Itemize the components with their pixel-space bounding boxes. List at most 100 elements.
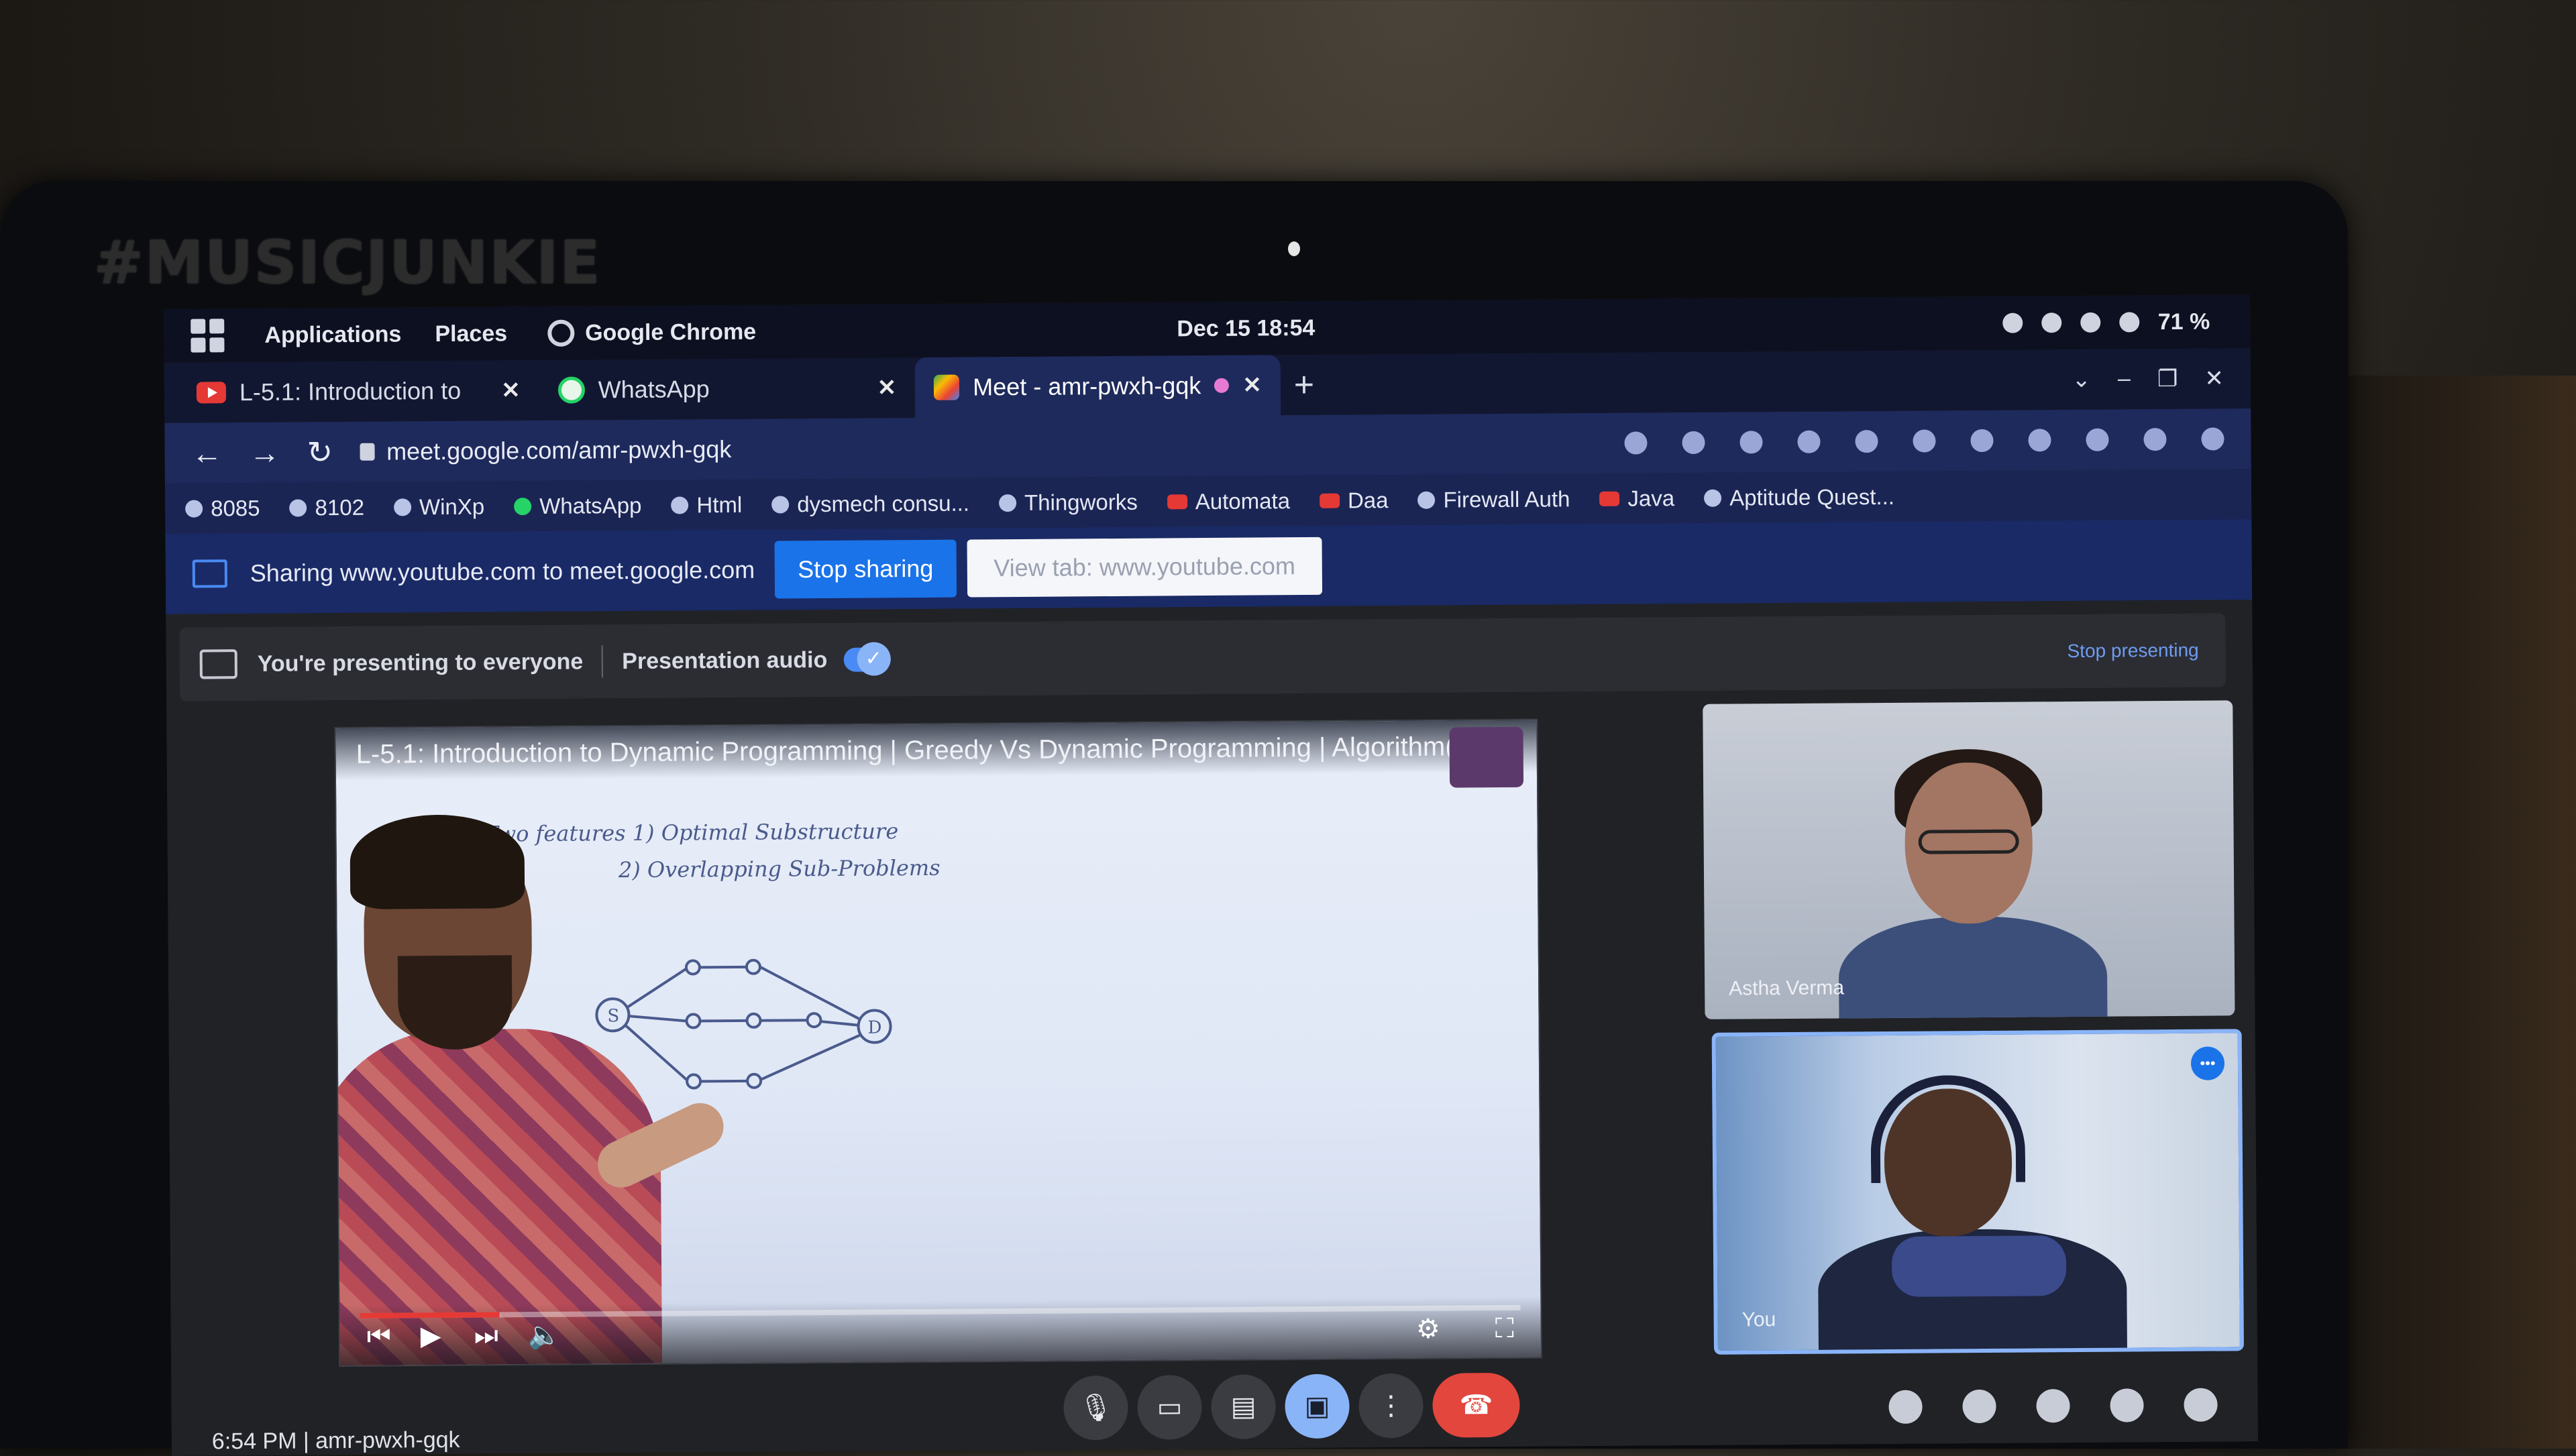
video-progress-bar[interactable] — [360, 1305, 1521, 1319]
back-icon[interactable]: ← — [191, 435, 222, 471]
volume-icon[interactable]: 🔈 — [528, 1319, 561, 1351]
menu-kebab-icon[interactable] — [2201, 427, 2224, 450]
bookmark-label: Thingworks — [1024, 489, 1138, 515]
participant-tile-astha[interactable]: Astha Verma — [1703, 700, 2235, 1019]
bookmark-icon — [185, 500, 203, 517]
bookmark-automata[interactable]: Automata — [1167, 488, 1291, 514]
next-icon[interactable]: ⏭ — [474, 1321, 498, 1351]
close-window-icon[interactable]: ✕ — [2204, 365, 2224, 392]
bookmark-html[interactable]: Html — [671, 492, 742, 518]
bookmark-java[interactable]: Java — [1599, 486, 1674, 512]
youtube-icon — [1599, 491, 1619, 506]
held-phone — [1892, 1235, 2067, 1297]
lock-icon[interactable] — [360, 443, 374, 461]
tab-search-icon[interactable]: ⌄ — [2072, 366, 2091, 393]
globe-icon — [1417, 491, 1435, 508]
stop-sharing-button[interactable]: Stop sharing — [775, 540, 957, 599]
tab-title: L-5.1: Introduction to — [239, 377, 462, 406]
sharing-status-text: Sharing www.youtube.com to meet.google.c… — [250, 556, 755, 587]
extension-icon[interactable] — [1797, 431, 1820, 453]
participant-name: You — [1742, 1308, 1776, 1331]
tab-meet[interactable]: Meet - amr-pwxh-gqk ✕ — [915, 355, 1281, 418]
bookmark-winxp[interactable]: WinXp — [394, 494, 484, 520]
host-controls-icon[interactable] — [2184, 1388, 2217, 1422]
new-tab-button[interactable]: + — [1294, 365, 1315, 405]
bookmark-icon — [999, 494, 1016, 512]
wifi-icon — [2002, 313, 2023, 333]
minimize-icon[interactable]: – — [2118, 366, 2131, 392]
clock[interactable]: Dec 15 18:54 — [1177, 315, 1315, 341]
presentation-audio-toggle[interactable] — [843, 647, 890, 671]
captions-button[interactable]: ▤ — [1211, 1374, 1276, 1439]
glasses — [1919, 830, 2019, 854]
info-icon[interactable] — [1888, 1390, 1922, 1424]
puzzle-icon[interactable] — [2028, 429, 2051, 451]
bookmark-firewall-auth[interactable]: Firewall Auth — [1417, 486, 1570, 513]
svg-text:D: D — [867, 1017, 881, 1038]
applications-menu[interactable]: Applications — [264, 321, 401, 348]
more-options-icon[interactable]: ••• — [2191, 1046, 2224, 1080]
tab-youtube[interactable]: L-5.1: Introduction to ✕ — [178, 360, 539, 423]
reload-icon[interactable]: ↻ — [307, 434, 333, 470]
youtube-icon — [1320, 493, 1340, 508]
pen-extension-icon[interactable] — [1855, 430, 1878, 453]
screen-share-icon — [193, 559, 227, 587]
bookmark-daa[interactable]: Daa — [1320, 488, 1389, 514]
stop-presenting-button[interactable]: Stop presenting — [2067, 640, 2198, 662]
profile-avatar[interactable] — [2143, 428, 2166, 451]
extension-icon[interactable] — [1913, 429, 1935, 452]
people-icon[interactable] — [1962, 1390, 1996, 1423]
url-field[interactable]: meet.google.com/amr-pwxh-gqk — [360, 435, 731, 466]
fullscreen-icon[interactable]: ⛶ — [1495, 1314, 1514, 1344]
participant-tile-you[interactable]: ••• You — [1712, 1029, 2244, 1355]
close-tab-icon[interactable]: ✕ — [877, 374, 897, 401]
settings-icon[interactable]: ⚙ — [1416, 1314, 1440, 1345]
play-icon[interactable]: ▶ — [421, 1321, 441, 1351]
youtube-icon — [197, 382, 226, 403]
present-now-button[interactable]: ▣ — [1285, 1374, 1350, 1439]
reading-list-icon[interactable] — [2086, 429, 2108, 451]
tab-title: Meet - amr-pwxh-gqk — [973, 372, 1201, 401]
more-options-button[interactable]: ⋮ — [1358, 1374, 1424, 1439]
microphone-button[interactable]: 🎙 — [1063, 1376, 1128, 1441]
meeting-details[interactable]: 6:54 PM | amr-pwxh-gqk — [212, 1427, 460, 1455]
bookmark-8085[interactable]: 8085 — [185, 495, 260, 521]
bookmark-dysmech[interactable]: dysmech consu... — [771, 490, 969, 517]
presented-video[interactable]: L-5.1: Introduction to Dynamic Programmi… — [334, 719, 1542, 1367]
bookmark-aptitude[interactable]: Aptitude Quest... — [1704, 484, 1894, 510]
leave-call-button[interactable]: ☎ — [1432, 1373, 1520, 1438]
close-tab-icon[interactable]: ✕ — [1242, 372, 1262, 398]
view-tab-button[interactable]: View tab: www.youtube.com — [967, 537, 1322, 598]
bookmark-label: dysmech consu... — [797, 490, 969, 517]
places-menu[interactable]: Places — [435, 321, 507, 347]
close-tab-icon[interactable]: ✕ — [501, 377, 521, 404]
bookmark-icon — [1704, 489, 1721, 506]
tab-whatsapp[interactable]: WhatsApp ✕ — [539, 357, 915, 421]
bluetooth-icon — [2041, 313, 2061, 333]
activities-icon[interactable] — [2110, 1388, 2143, 1422]
bookmark-star-icon[interactable] — [1739, 431, 1762, 453]
camera-in-use-icon[interactable] — [1624, 431, 1647, 454]
active-app-name[interactable]: Google Chrome — [585, 319, 756, 346]
bookmark-thingworks[interactable]: Thingworks — [999, 489, 1138, 515]
extension-icon[interactable] — [1970, 429, 1993, 452]
meet-icon — [934, 375, 959, 400]
webcam-light — [1288, 241, 1300, 256]
channel-logo — [1449, 727, 1523, 788]
system-tray[interactable]: 71 % — [2002, 309, 2210, 336]
microphone-icon — [2119, 312, 2139, 332]
bookmark-label: Aptitude Quest... — [1729, 484, 1894, 510]
bookmark-icon — [671, 496, 688, 514]
forward-icon[interactable]: → — [249, 435, 280, 471]
cast-icon[interactable] — [1682, 431, 1705, 454]
bookmark-whatsapp[interactable]: WhatsApp — [514, 492, 642, 518]
battery-level: 71 % — [2158, 309, 2210, 335]
chat-icon[interactable] — [2036, 1389, 2070, 1422]
participant-name: Astha Verma — [1729, 976, 1844, 1000]
background-wall — [2321, 376, 2576, 1449]
apps-grid-icon[interactable] — [191, 319, 224, 352]
maximize-icon[interactable]: ❐ — [2157, 366, 2178, 392]
previous-icon[interactable]: ⏮ — [367, 1322, 391, 1352]
bookmark-8102[interactable]: 8102 — [289, 494, 364, 520]
camera-button[interactable]: ▭ — [1137, 1375, 1202, 1440]
